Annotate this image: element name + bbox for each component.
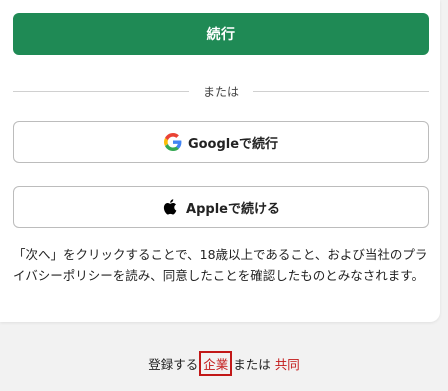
footer-connector: または [233,356,271,372]
partner-signup-link[interactable]: 共同 [275,354,300,373]
google-button-label: Googleで続行 [187,136,279,152]
enterprise-signup-link[interactable]: 企業 [199,350,233,376]
apple-button-label: Appleで続ける [186,201,280,217]
or-divider: または [13,81,430,101]
google-continue-button[interactable]: Googleで続行 [13,121,429,163]
divider-line-right [253,90,430,92]
google-logo-icon [163,133,182,151]
apple-logo-icon [162,198,180,216]
signup-footer: 登録する 企業 または 共同 [0,348,448,378]
terms-notice: 「次へ」をクリックすることで、18歳以上であること、および当社のプライバシーポリ… [13,247,428,283]
continue-button[interactable]: 続行 [13,13,429,55]
divider-line-left [13,90,189,92]
divider-text: または [203,84,240,99]
auth-card: 続行 または Googleで続行 Appleで続ける 「次へ」をクリックすること… [0,0,440,322]
apple-continue-button[interactable]: Appleで続ける [13,186,429,228]
footer-prefix: 登録する [148,356,199,372]
